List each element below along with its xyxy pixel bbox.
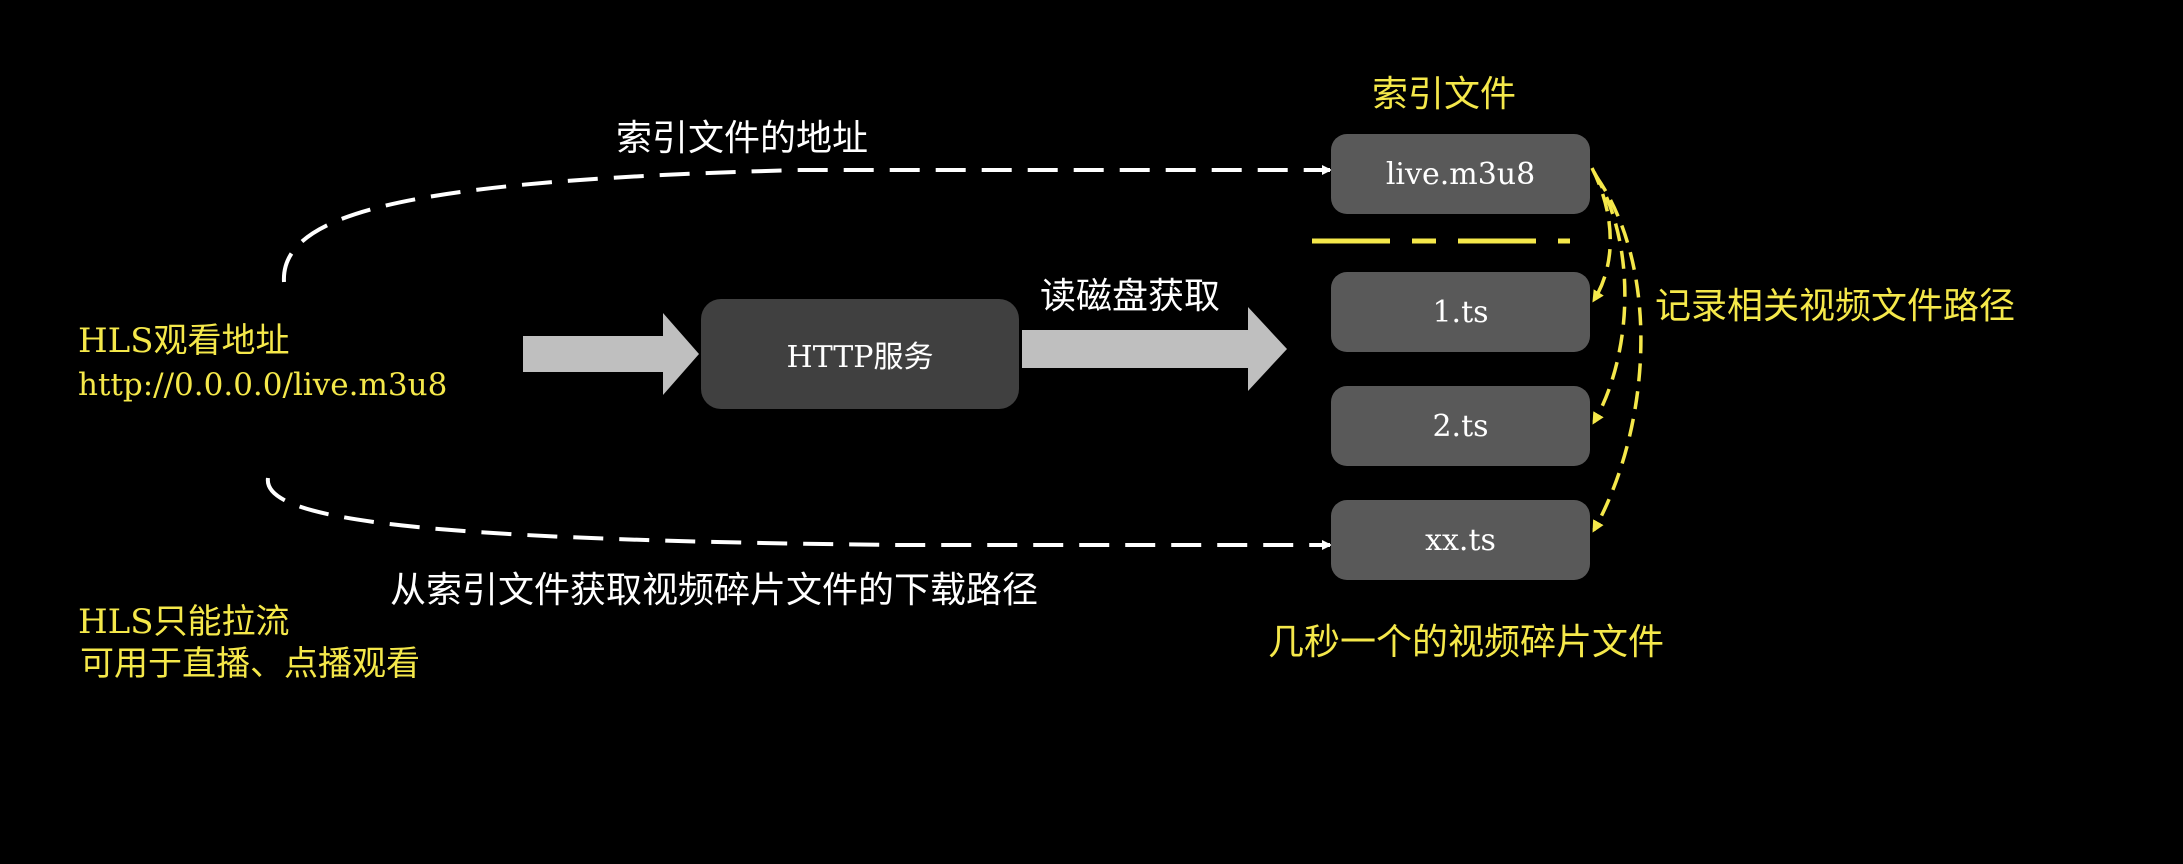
segment-file-name: 2.ts: [1432, 408, 1489, 444]
download-path-arrow: [265, 477, 1332, 550]
block-arrow-to-files: [1022, 307, 1287, 391]
block-arrow-to-server: [523, 313, 699, 395]
segment-file-name: 1.ts: [1432, 294, 1489, 330]
index-address-arrow: [281, 165, 1332, 283]
index-file-title: 索引文件: [1372, 74, 1517, 115]
record-arrow-2: [1592, 171, 1627, 425]
note-pull-only: HLS只能拉流: [78, 602, 290, 642]
index-address-label: 索引文件的地址: [616, 118, 869, 159]
download-path-label: 从索引文件获取视频碎片文件的下载路径: [390, 570, 1039, 611]
segment-file-box: 2.ts: [1331, 386, 1590, 466]
segment-file-name: xx.ts: [1425, 522, 1496, 558]
http-service-box: HTTP服务: [701, 299, 1019, 409]
segments-caption: 几秒一个的视频碎片文件: [1268, 622, 1665, 663]
index-file-box: live.m3u8: [1331, 134, 1590, 214]
segment-file-box: xx.ts: [1331, 500, 1590, 580]
hls-address-title: HLS观看地址: [78, 321, 290, 361]
hls-address-url: http://0.0.0.0/live.m3u8: [78, 367, 448, 403]
read-disk-label: 读磁盘获取: [1040, 276, 1221, 317]
hls-diagram-canvas: [265, 165, 1643, 550]
index-file-name: live.m3u8: [1385, 156, 1536, 192]
segment-file-box: 1.ts: [1331, 272, 1590, 352]
http-service-label: HTTP服务: [786, 340, 934, 375]
note-use-cases: 可用于直播、点播观看: [80, 644, 420, 684]
record-paths-label: 记录相关视频文件路径: [1655, 286, 2016, 327]
